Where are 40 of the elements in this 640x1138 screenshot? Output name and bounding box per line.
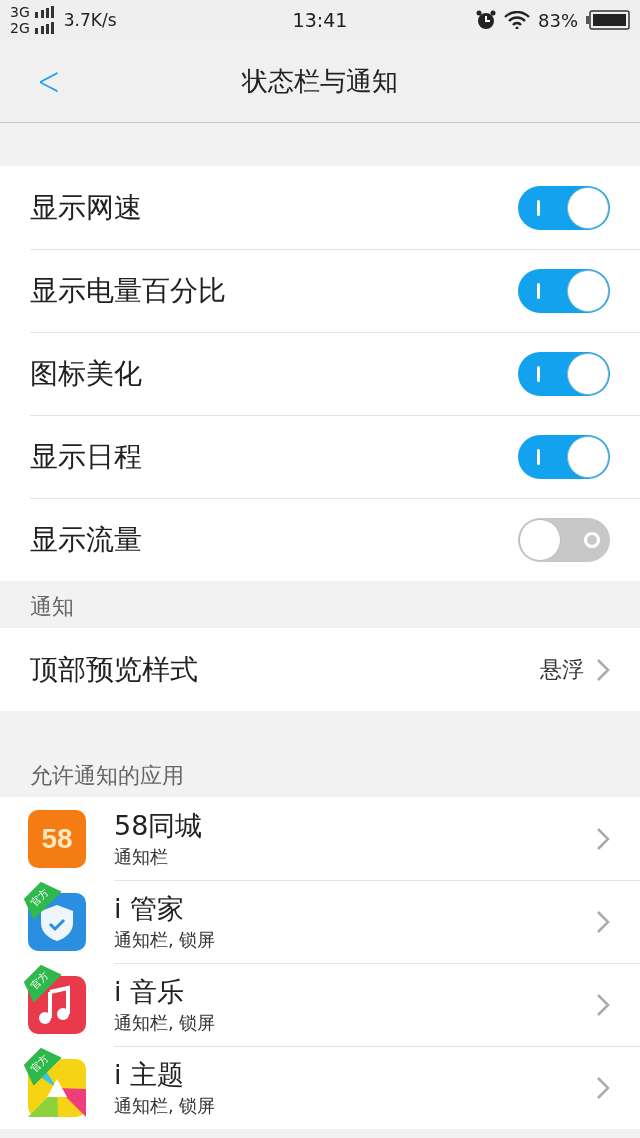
toggle-switch[interactable] xyxy=(518,435,610,479)
chevron-icon xyxy=(596,657,610,682)
signal-icon xyxy=(33,6,54,18)
setting-label: 显示电量百分比 xyxy=(30,273,226,309)
setting-label: 显示流量 xyxy=(30,522,142,558)
chevron-icon xyxy=(596,993,610,1017)
app-detail: 通知栏, 锁屏 xyxy=(114,1095,217,1117)
app-detail: 通知栏, 锁屏 xyxy=(114,929,217,951)
signal-icon xyxy=(33,22,54,34)
network-label: 2G xyxy=(10,20,30,36)
section-title: 允许通知的应用 xyxy=(30,762,184,790)
clock-time: 13:41 xyxy=(292,9,348,31)
setting-value: 悬浮 xyxy=(540,655,584,684)
setting-label: 图标美化 xyxy=(30,356,142,392)
alarm-clock-icon xyxy=(476,10,496,30)
app-detail: 通知栏 xyxy=(114,845,169,868)
chevron-icon xyxy=(596,910,610,934)
network-speed: 3.7K/s xyxy=(63,10,117,30)
toggle-switch[interactable] xyxy=(518,269,610,313)
network-label: 3G xyxy=(10,4,30,20)
wifi-icon xyxy=(504,11,530,29)
setting-label: 显示网速 xyxy=(30,189,142,226)
section-title: 通知 xyxy=(30,593,74,621)
chevron-icon xyxy=(596,1076,610,1100)
toggle-switch[interactable] xyxy=(518,185,610,230)
chevron-icon xyxy=(596,826,610,851)
app-name: i 主题 xyxy=(114,1059,186,1091)
setting-label: 显示日程 xyxy=(30,439,142,475)
toggle-switch[interactable] xyxy=(518,518,610,562)
app-icon: 58 xyxy=(28,809,86,868)
back-button[interactable]: < xyxy=(31,61,67,101)
battery-percent: 83% xyxy=(538,9,578,31)
setting-label: 顶部预览样式 xyxy=(30,651,198,688)
page-title: 状态栏与通知 xyxy=(242,64,398,98)
app-name: i 音乐 xyxy=(114,976,186,1008)
app-detail: 通知栏, 锁屏 xyxy=(114,1012,217,1034)
battery-icon xyxy=(586,10,630,30)
app-name: 58同城 xyxy=(114,809,204,842)
app-name: i 管家 xyxy=(114,893,186,925)
toggle-switch[interactable] xyxy=(518,352,610,396)
